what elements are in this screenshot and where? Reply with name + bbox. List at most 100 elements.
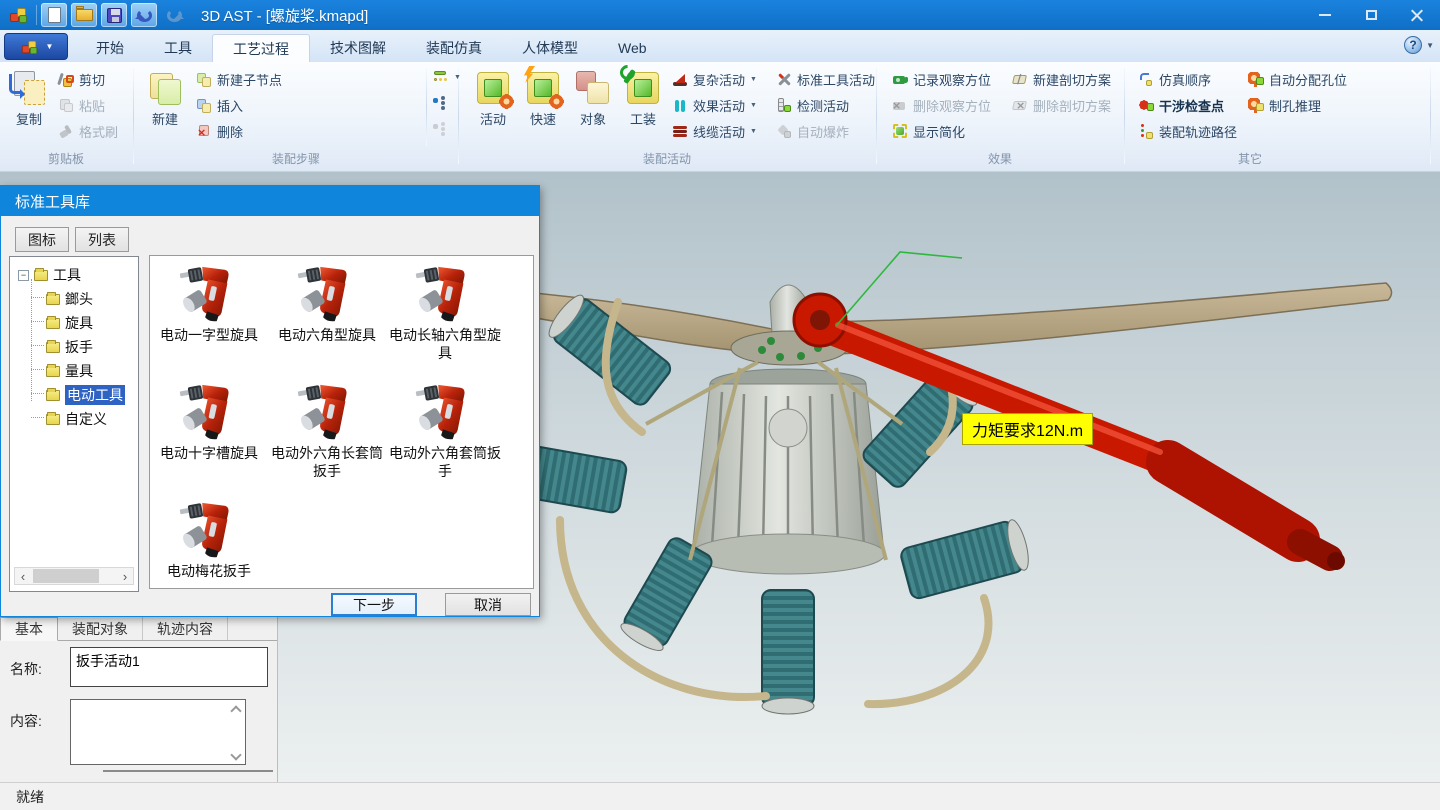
chevron-down-icon: ▼ [46,42,54,51]
tree-node-wrench[interactable]: 扳手 [46,337,93,357]
tree-node-electric-tools[interactable]: 电动工具 [46,385,125,405]
tool-item[interactable]: 电动梅花扳手 [150,498,268,580]
tree-node-measuring[interactable]: 量具 [46,361,93,381]
app-logo-icon [6,3,32,27]
hole-inference-button[interactable]: 制孔推理 [1248,94,1321,116]
save-icon[interactable] [101,3,127,27]
tree-horizontal-scrollbar[interactable]: ‹ › [14,567,134,585]
activity-button[interactable]: 活动 [470,66,516,150]
tool-item[interactable]: 电动一字型旋具 [150,262,268,344]
insert-pages-icon [196,97,213,114]
tree-node-custom[interactable]: 自定义 [46,409,107,429]
group-label-steps: 装配步骤 [236,150,356,167]
tool-item[interactable]: 电动六角型旋具 [268,262,386,344]
auto-hole-assign-button[interactable]: 自动分配孔位 [1248,68,1347,90]
chevron-down-icon[interactable]: ▼ [1426,41,1434,50]
ribbon-tab-row: 开始 工具 工艺过程 技术图解 装配仿真 人体模型 Web [0,30,1440,62]
org-tree-icon [432,95,449,112]
complex-activity-icon [672,71,689,88]
tool-item[interactable]: 电动外六角套筒扳手 [386,380,504,480]
quick-activity-button[interactable]: 快速 [520,66,566,150]
tool-item[interactable]: 电动外六角长套筒扳手 [268,380,386,480]
crossed-tools-icon [776,71,793,88]
tree-node-tools[interactable]: − 工具 [18,265,81,285]
copy-button[interactable]: 复制 [4,66,54,150]
delete-button[interactable]: × 删除 [196,120,243,142]
new-child-node-button[interactable]: 新建子节点 [196,68,282,90]
delete-pages-icon: × [196,123,213,140]
panel-tab-trajectory[interactable]: 轨迹内容 [143,617,228,640]
section-plane-icon: / [1012,71,1029,88]
help-icon[interactable]: ? [1404,36,1422,54]
new-section-plan-button[interactable]: / 新建剖切方案 [1012,68,1111,90]
standard-tool-library-dialog: 标准工具库 图标 列表 − 工具 鎯头 旋具 扳手 量具 电动工具 自定义 ‹ … [0,185,540,617]
layout-grid-button[interactable]: ▼ [432,66,461,88]
new-file-icon[interactable] [41,3,67,27]
gear-box-icon [1248,71,1265,88]
standard-tool-activity-button[interactable]: 标准工具活动 [776,68,875,90]
minimize-button[interactable] [1302,0,1348,30]
list-view-button[interactable]: 列表 [75,227,129,252]
icon-view-button[interactable]: 图标 [15,227,69,252]
tab-assembly-sim[interactable]: 装配仿真 [406,34,502,62]
tool-item[interactable]: 电动十字槽旋具 [150,380,268,462]
cut-button[interactable]: 剪切 [58,68,105,90]
collapse-icon[interactable]: − [18,270,29,281]
camera-icon [892,71,909,88]
copy-icon [10,70,48,106]
panel-tab-assembly-object[interactable]: 装配对象 [58,617,143,640]
chevron-down-icon: ▼ [750,102,757,109]
link-view-button [432,118,449,140]
open-file-icon[interactable] [71,3,97,27]
maximize-button[interactable] [1348,0,1394,30]
tooling-button[interactable]: 工装 [620,66,666,150]
dialog-titlebar[interactable]: 标准工具库 [1,186,539,216]
cancel-button[interactable]: 取消 [445,593,531,616]
content-input[interactable] [70,699,246,765]
undo-icon[interactable] [131,3,157,27]
effect-activity-button[interactable]: 效果活动▼ [672,94,757,116]
insert-button[interactable]: 插入 [196,94,243,116]
folder-icon [46,342,60,353]
object-button[interactable]: 对象 [570,66,616,150]
quick-activity-icon [525,70,561,106]
complex-activity-button[interactable]: 复杂活动▼ [672,68,757,90]
tab-process[interactable]: 工艺过程 [212,34,310,62]
tree-node-screwdriver[interactable]: 旋具 [46,313,93,333]
name-input[interactable]: 扳手活动1 [70,647,268,687]
delete-view-button: × 删除观察方位 [892,94,991,116]
horizontal-splitter[interactable] [103,770,273,772]
torque-annotation: 力矩要求12N.m [962,413,1093,445]
tree-view-button[interactable] [432,92,449,114]
close-button[interactable] [1394,0,1440,30]
record-view-button[interactable]: 记录观察方位 [892,68,991,90]
ruler-icon [776,97,793,114]
panel-tab-basic[interactable]: 基本 [0,617,58,641]
simplify-display-button[interactable]: 显示简化 [892,120,965,142]
tab-tech-diagram[interactable]: 技术图解 [310,34,406,62]
tab-tools[interactable]: 工具 [144,34,212,62]
window-title: 3D AST - [螺旋桨.kmapd] [201,5,368,26]
scroll-left-icon[interactable]: ‹ [15,569,31,584]
tree-node-hammer[interactable]: 鎯头 [46,289,93,309]
tab-start[interactable]: 开始 [76,34,144,62]
content-label: 内容: [10,711,42,731]
tab-web[interactable]: Web [598,34,667,62]
detect-activity-button[interactable]: 检测活动 [776,94,849,116]
scrollbar-thumb[interactable] [33,569,99,583]
trajectory-path-icon [1138,123,1155,140]
format-painter-button: 格式刷 [58,120,118,142]
app-menu-button[interactable]: ▼ [4,33,68,60]
scroll-right-icon[interactable]: › [117,569,133,584]
new-step-button[interactable]: 新建 [140,66,190,150]
quick-access-toolbar [0,3,187,27]
simplify-icon [892,123,909,140]
tool-item[interactable]: 电动长轴六角型旋具 [386,262,504,362]
tab-human-model[interactable]: 人体模型 [502,34,598,62]
sim-order-button[interactable]: 仿真顺序 [1138,68,1211,90]
cable-activity-button[interactable]: 线缆活动▼ [672,120,757,142]
next-button[interactable]: 下一步 [331,593,417,616]
assembly-trajectory-button[interactable]: 装配轨迹路径 [1138,120,1237,142]
tool-icon-grid: 电动一字型旋具 电动六角型旋具 电动长轴六角型旋具 电动十字槽旋具 电动外六角长… [149,255,534,589]
interference-check-button[interactable]: 干涉检查点 [1138,94,1224,116]
